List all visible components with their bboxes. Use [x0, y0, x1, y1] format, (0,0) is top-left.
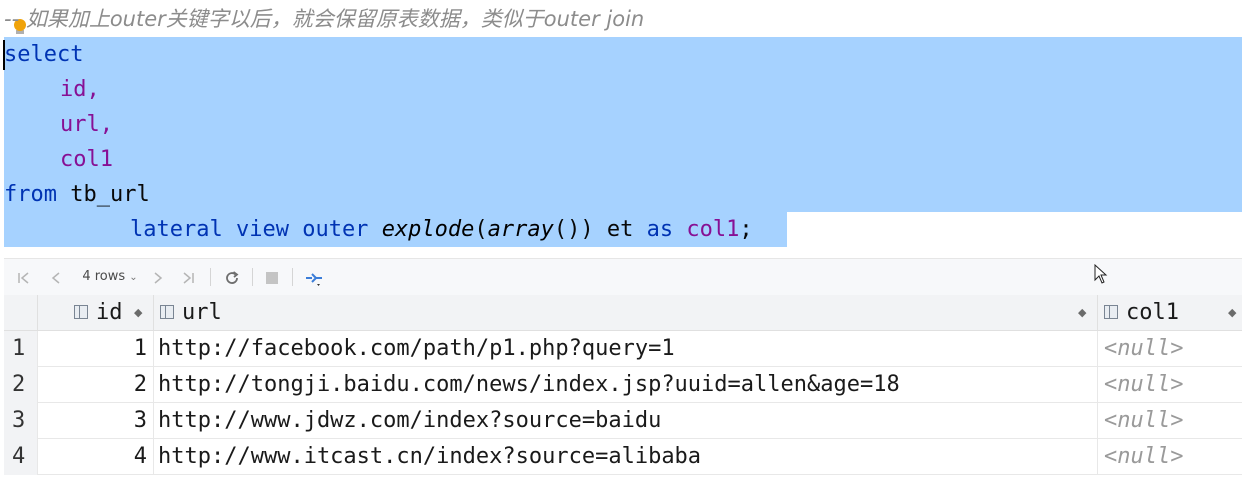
semicolon: ;: [739, 217, 753, 242]
cell-url[interactable]: http://tongji.baidu.com/news/index.jsp?u…: [154, 367, 1098, 403]
table-row[interactable]: 3 3 http://www.jdwz.com/index?source=bai…: [4, 403, 1242, 439]
row-number-header: [4, 295, 38, 331]
sql-comment: -- 如果加上outer关键字以后，就会保留原表数据，类似于outer join: [4, 7, 645, 31]
column-header-url[interactable]: url ◆: [154, 295, 1098, 331]
stop-icon[interactable]: [262, 259, 282, 295]
rows-count-label: 4 rows: [82, 269, 126, 284]
column-header-col1[interactable]: col1 ◆: [1098, 295, 1242, 331]
cell-url[interactable]: http://facebook.com/path/p1.php?query=1: [154, 331, 1098, 367]
toolbar-separator: [292, 268, 293, 286]
column-col1: col1: [60, 147, 113, 172]
sort-icon[interactable]: ◆: [1078, 295, 1086, 331]
sql-editor[interactable]: -- 如果加上outer关键字以后，就会保留原表数据，类似于outer join…: [0, 0, 1242, 252]
sort-icon[interactable]: ◆: [1228, 295, 1236, 331]
function-explode: explode: [381, 217, 475, 242]
first-page-icon[interactable]: [14, 259, 34, 295]
keyword-select: select: [4, 42, 84, 67]
cell-id[interactable]: 2: [38, 367, 154, 403]
toolbar-separator: [210, 268, 211, 286]
next-page-icon[interactable]: [148, 259, 168, 295]
refresh-icon[interactable]: [220, 259, 244, 295]
cell-id[interactable]: 3: [38, 403, 154, 439]
cell-col1[interactable]: <null>: [1098, 403, 1242, 439]
alias-col1: col1: [673, 217, 740, 242]
cell-url[interactable]: http://www.itcast.cn/index?source=alibab…: [154, 439, 1098, 475]
rows-count-dropdown[interactable]: 4 rows ⌄: [76, 259, 144, 295]
sql-line-id: id,: [60, 72, 100, 107]
sql-line-url: url,: [60, 107, 113, 142]
column-url: url,: [60, 112, 113, 137]
row-number: 1: [4, 331, 38, 367]
row-number: 2: [4, 367, 38, 403]
sql-line-col1: col1: [60, 142, 113, 177]
keyword-from: from: [4, 182, 57, 207]
sql-line-select: select: [4, 37, 83, 72]
column-header-label: col1: [1126, 300, 1179, 325]
text-caret: [3, 40, 5, 70]
toolbar-separator: [252, 268, 253, 286]
cell-col1[interactable]: <null>: [1098, 439, 1242, 475]
chevron-down-icon: ⌄: [129, 272, 138, 283]
keyword-view: view: [235, 217, 289, 242]
selection-wide: [773, 37, 1242, 212]
cell-col1[interactable]: <null>: [1098, 367, 1242, 403]
table-name: tb_url: [56, 182, 150, 207]
cell-id[interactable]: 1: [38, 331, 154, 367]
last-page-icon[interactable]: [178, 259, 198, 295]
column-icon: [160, 305, 174, 319]
sort-icon[interactable]: ◆: [134, 295, 142, 331]
table-row[interactable]: 2 2 http://tongji.baidu.com/news/index.j…: [4, 367, 1242, 403]
paren-close: ()): [553, 217, 594, 242]
column-icon: [1104, 305, 1118, 319]
prev-page-icon[interactable]: [46, 259, 66, 295]
sql-line-from: from tb_url: [4, 177, 150, 212]
cell-url[interactable]: http://www.jdwz.com/index?source=baidu: [154, 403, 1098, 439]
table-row[interactable]: 4 4 http://www.itcast.cn/index?source=al…: [4, 439, 1242, 475]
mouse-pointer-icon: [1094, 263, 1108, 288]
paren-open: (: [474, 217, 488, 242]
pin-tab-icon[interactable]: [302, 259, 326, 295]
row-number: 4: [4, 439, 38, 475]
result-toolbar: 4 rows ⌄: [4, 258, 1242, 296]
column-icon: [74, 305, 88, 319]
sql-line-lateral: lateral view outer explode(array()) et a…: [130, 212, 753, 247]
keyword-outer: outer: [302, 217, 369, 242]
function-array: array: [487, 217, 554, 242]
row-number: 3: [4, 403, 38, 439]
keyword-as: as: [646, 217, 674, 242]
column-id: id,: [60, 77, 100, 102]
column-header-label: url: [182, 300, 222, 325]
keyword-lateral: lateral: [130, 217, 223, 242]
table-row[interactable]: 1 1 http://facebook.com/path/p1.php?quer…: [4, 331, 1242, 367]
column-header-id[interactable]: id ◆: [38, 295, 154, 331]
column-header-label: id: [96, 300, 123, 325]
cell-col1[interactable]: <null>: [1098, 331, 1242, 367]
alias-et: et: [593, 217, 647, 242]
cell-id[interactable]: 4: [38, 439, 154, 475]
